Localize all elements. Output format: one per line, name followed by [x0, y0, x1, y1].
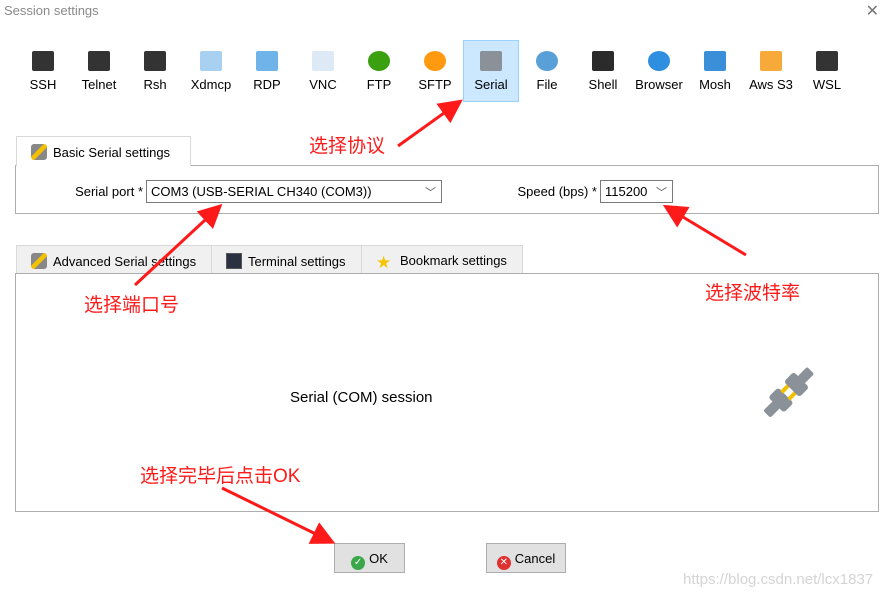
session-type-xdmcp[interactable]: Xdmcp	[183, 40, 239, 102]
session-type-label: VNC	[309, 77, 337, 92]
gears-icon	[144, 51, 166, 71]
session-type-label: RDP	[253, 77, 281, 92]
plug-icon	[764, 367, 814, 417]
close-icon[interactable]: ✕	[866, 1, 879, 21]
terminal-gear-icon	[226, 253, 242, 269]
session-type-ftp[interactable]: FTP	[351, 40, 407, 102]
watermark: https://blog.csdn.net/lcx1837	[683, 571, 874, 588]
key-icon	[32, 51, 54, 71]
tab-label: Terminal settings	[248, 254, 346, 269]
session-type-label: Aws S3	[749, 77, 793, 92]
speed-value: 115200	[605, 184, 648, 199]
session-type-serial[interactable]: Serial	[463, 40, 519, 102]
session-type-rdp[interactable]: RDP	[239, 40, 295, 102]
session-type-file[interactable]: File	[519, 40, 575, 102]
annotation-baud: 选择波特率	[705, 283, 801, 304]
session-type-mosh[interactable]: Mosh	[687, 40, 743, 102]
chevron-down-icon: ﹀	[656, 187, 667, 199]
session-type-label: SFTP	[418, 77, 452, 92]
session-type-label: Mosh	[699, 77, 731, 92]
session-type-vnc[interactable]: VNC	[295, 40, 351, 102]
cancel-button[interactable]: ✕ Cancel	[486, 543, 566, 573]
annotation-protocol: 选择协议	[309, 136, 386, 157]
tab-label: Advanced Serial settings	[53, 254, 197, 269]
session-description: Serial (COM) session	[290, 389, 433, 406]
basic-settings-panel: Serial port * COM3 (USB-SERIAL CH340 (CO…	[15, 165, 879, 214]
globe-icon	[648, 51, 670, 71]
session-type-shell[interactable]: Shell	[575, 40, 631, 102]
cancel-label: Cancel	[514, 551, 556, 566]
session-type-rsh[interactable]: Rsh	[127, 40, 183, 102]
vnc-monitor-icon	[312, 51, 334, 71]
session-type-aws-s3[interactable]: Aws S3	[743, 40, 799, 102]
session-type-telnet[interactable]: Telnet	[71, 40, 127, 102]
session-type-label: WSL	[812, 77, 842, 92]
globe-monitor-icon	[536, 51, 558, 71]
ok-label: OK	[369, 551, 388, 566]
session-type-browser[interactable]: Browser	[631, 40, 687, 102]
tab-terminal-settings[interactable]: Terminal settings	[211, 245, 362, 274]
plug-icon	[31, 253, 47, 269]
purple-gem-icon	[88, 51, 110, 71]
arrow-baud	[662, 204, 747, 257]
satellite-dish-icon	[704, 51, 726, 71]
session-type-label: Browser	[635, 77, 683, 92]
session-type-label: SSH	[29, 77, 57, 92]
session-type-sftp[interactable]: SFTP	[407, 40, 463, 102]
ok-button[interactable]: ✓ OK	[334, 543, 405, 573]
tab-basic-serial-settings[interactable]: Basic Serial settings	[16, 136, 191, 166]
session-type-label: Shell	[588, 77, 618, 92]
plug-icon	[480, 51, 502, 71]
orange-globe-icon	[424, 51, 446, 71]
session-type-ssh[interactable]: SSH	[15, 40, 71, 102]
terminal-icon	[592, 51, 614, 71]
session-type-label: FTP	[366, 77, 392, 92]
tab-label: Bookmark settings	[400, 253, 507, 268]
tab-bookmark-settings[interactable]: ★ Bookmark settings	[361, 245, 523, 274]
windows-monitor-icon	[256, 51, 278, 71]
serial-port-label: Serial port *	[75, 184, 143, 199]
cubes-icon	[760, 51, 782, 71]
speed-select[interactable]: 115200 ﹀	[600, 180, 673, 203]
chevron-down-icon: ﹀	[425, 187, 436, 199]
serial-port-value: COM3 (USB-SERIAL CH340 (COM3))	[151, 184, 372, 199]
session-type-label: Telnet	[81, 77, 117, 92]
windows-icon	[816, 51, 838, 71]
annotation-port: 选择端口号	[84, 295, 180, 316]
tab-advanced-serial-settings[interactable]: Advanced Serial settings	[16, 245, 212, 274]
tab-label: Basic Serial settings	[53, 145, 171, 160]
arrow-protocol	[397, 99, 463, 148]
window-title: Session settings	[4, 3, 99, 18]
session-type-wsl[interactable]: WSL	[799, 40, 855, 102]
star-icon: ★	[376, 253, 392, 272]
annotation-ok: 选择完毕后点击OK	[140, 466, 301, 487]
speed-label: Speed (bps) *	[517, 184, 598, 199]
cancel-icon: ✕	[496, 556, 511, 570]
session-type-label: Serial	[474, 77, 508, 92]
green-globe-icon	[368, 51, 390, 71]
x-monitor-icon	[200, 51, 222, 71]
session-type-label: Xdmcp	[190, 77, 232, 92]
session-type-label: File	[536, 77, 558, 92]
plug-icon	[31, 144, 47, 160]
serial-port-select[interactable]: COM3 (USB-SERIAL CH340 (COM3)) ﹀	[146, 180, 442, 203]
check-icon: ✓	[351, 556, 366, 570]
session-type-label: Rsh	[143, 77, 167, 92]
